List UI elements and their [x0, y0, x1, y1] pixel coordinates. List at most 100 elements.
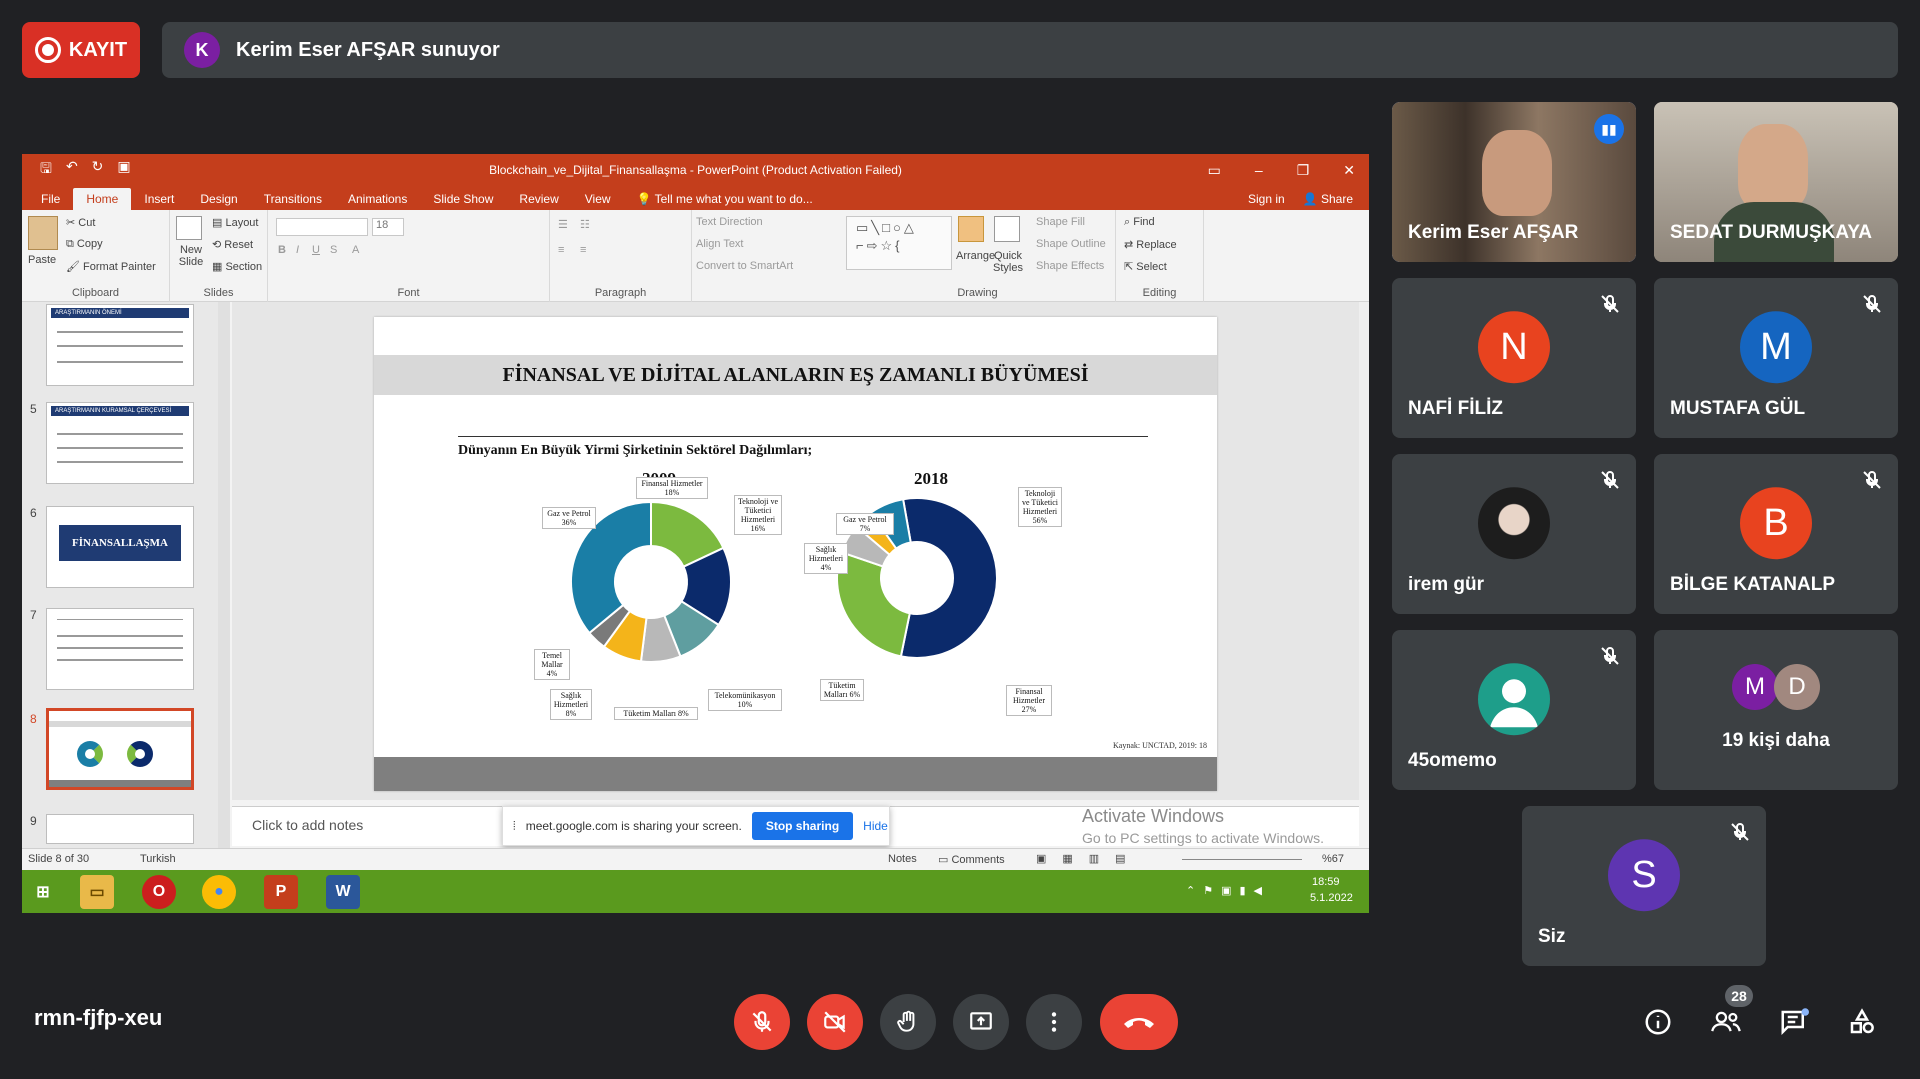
maximize-icon[interactable]: ❐ — [1297, 162, 1310, 179]
select-button[interactable]: ⇱ Select — [1124, 260, 1167, 273]
share-button[interactable]: 👤 Share — [1303, 188, 1353, 210]
word-icon[interactable]: W — [326, 875, 360, 909]
font-color-icon[interactable]: A — [352, 244, 359, 256]
group-label: Clipboard — [71, 287, 120, 299]
thumbnail-slide-5[interactable]: ARAŞTIRMANIN KURAMSAL ÇERÇEVESİ — [46, 402, 194, 484]
start-slideshow-icon[interactable]: ▣ — [117, 158, 130, 182]
chrome-icon[interactable]: ● — [202, 875, 236, 909]
tray-icons[interactable]: ⌃⚑▣▮◀ — [1186, 884, 1270, 897]
zoom-slider[interactable] — [1182, 859, 1302, 860]
format-painter-button[interactable]: 🖌 Format Painter — [66, 260, 156, 273]
cut-button[interactable]: ✂ Cut — [66, 216, 95, 229]
paste-icon[interactable] — [28, 216, 58, 250]
current-slide[interactable]: FİNANSAL VE DİJİTAL ALANLARIN EŞ ZAMANLI… — [374, 317, 1217, 791]
convert-smartart-button[interactable]: Convert to SmartArt — [696, 260, 793, 272]
align-left-icon[interactable]: ≡ — [558, 244, 564, 256]
drag-handle-icon[interactable]: ⦙ — [513, 819, 516, 834]
participant-tile[interactable]: M MUSTAFA GÜL — [1654, 278, 1898, 438]
participant-tile[interactable]: 45omemo — [1392, 630, 1636, 790]
present-button[interactable] — [953, 994, 1009, 1050]
close-icon[interactable]: ✕ — [1343, 162, 1355, 179]
minimize-icon[interactable]: – — [1255, 162, 1263, 178]
thumbnail-scrollbar[interactable] — [218, 302, 230, 848]
replace-button[interactable]: ⇄ Replace — [1124, 238, 1177, 251]
opera-icon[interactable]: O — [142, 875, 176, 909]
arrange-icon[interactable] — [958, 216, 984, 242]
participant-tile[interactable]: SEDAT DURMUŞKAYA — [1654, 102, 1898, 262]
tab-home[interactable]: Home — [73, 188, 132, 210]
section-button[interactable]: ▦ Section — [212, 260, 262, 273]
camera-toggle-button[interactable] — [807, 994, 863, 1050]
tab-transitions[interactable]: Transitions — [251, 188, 335, 210]
zoom-level[interactable]: %67 — [1322, 853, 1344, 865]
quick-styles-button[interactable]: Quick Styles — [990, 250, 1026, 274]
tab-view[interactable]: View — [572, 188, 624, 210]
file-explorer-icon[interactable]: ▭ — [80, 875, 114, 909]
thumbnail-slide-6[interactable]: FİNANSALLAŞMA — [46, 506, 194, 588]
stop-sharing-button[interactable]: Stop sharing — [751, 812, 854, 840]
align-text-button[interactable]: Align Text — [696, 238, 744, 250]
meeting-info-button[interactable] — [1638, 1000, 1678, 1044]
hide-button[interactable]: Hide — [863, 819, 888, 833]
undo-icon[interactable]: ↶ — [66, 158, 78, 182]
shadow-icon[interactable]: S — [330, 244, 337, 256]
raise-hand-button[interactable] — [880, 994, 936, 1050]
shape-fill-button[interactable]: Shape Fill — [1036, 216, 1085, 228]
paste-button[interactable]: Paste — [28, 254, 56, 266]
tab-insert[interactable]: Insert — [131, 188, 187, 210]
tab-file[interactable]: File — [28, 188, 73, 210]
tab-review[interactable]: Review — [506, 188, 571, 210]
thumbnail-slide-9[interactable] — [46, 814, 194, 844]
self-tile[interactable]: S Siz — [1522, 806, 1766, 966]
align-center-icon[interactable]: ≡ — [580, 244, 586, 256]
more-participants-tile[interactable]: M D 19 kişi daha — [1654, 630, 1898, 790]
copy-button[interactable]: ⧉ Copy — [66, 238, 103, 251]
chat-button[interactable] — [1774, 1000, 1814, 1044]
new-slide-button[interactable]: New Slide — [174, 244, 208, 268]
thumbnail-slide-4[interactable]: ARAŞTIRMANIN ÖNEMİ — [46, 304, 194, 386]
notes-toggle[interactable]: Notes — [888, 853, 917, 865]
generic-person-icon — [1478, 663, 1550, 736]
italic-icon[interactable]: I — [296, 244, 299, 256]
quick-styles-icon[interactable] — [994, 216, 1020, 242]
leave-call-button[interactable] — [1100, 994, 1178, 1050]
participant-tile[interactable]: B BİLGE KATANALP — [1654, 454, 1898, 614]
tab-design[interactable]: Design — [187, 188, 250, 210]
mic-toggle-button[interactable] — [734, 994, 790, 1050]
more-options-button[interactable] — [1026, 994, 1082, 1050]
participant-tile[interactable]: ▮▮ Kerim Eser AFŞAR — [1392, 102, 1636, 262]
save-icon[interactable]: 🖫 — [40, 158, 52, 182]
redo-icon[interactable]: ↻ — [92, 158, 104, 182]
bold-icon[interactable]: B — [278, 244, 286, 256]
ribbon-display-icon[interactable]: ▭ — [1208, 162, 1221, 179]
participant-tile[interactable]: irem gür — [1392, 454, 1636, 614]
comments-toggle[interactable]: ▭ Comments — [938, 853, 1005, 866]
language-indicator[interactable]: Turkish — [140, 853, 176, 865]
underline-icon[interactable]: U — [312, 244, 320, 256]
tab-animations[interactable]: Animations — [335, 188, 420, 210]
new-slide-icon[interactable] — [176, 216, 202, 240]
thumbnail-slide-7[interactable] — [46, 608, 194, 690]
thumbnail-slide-8[interactable] — [46, 708, 194, 790]
clock-time[interactable]: 18:59 — [1312, 876, 1340, 888]
numbering-icon[interactable]: ☷ — [580, 218, 590, 231]
view-buttons[interactable]: ▣▦▥▤ — [1036, 852, 1142, 865]
font-size-field[interactable]: 18 — [372, 218, 404, 236]
layout-button[interactable]: ▤ Layout — [212, 216, 258, 229]
find-button[interactable]: ⌕ Find — [1124, 216, 1155, 229]
participant-tile[interactable]: N NAFİ FİLİZ — [1392, 278, 1636, 438]
tell-me-box[interactable]: 💡 Tell me what you want to do... — [624, 188, 826, 210]
powerpoint-icon[interactable]: P — [264, 875, 298, 909]
activities-button[interactable] — [1842, 1000, 1882, 1044]
editor-scrollbar[interactable] — [1359, 302, 1369, 800]
text-direction-button[interactable]: Text Direction — [696, 216, 763, 228]
bullets-icon[interactable]: ☰ — [558, 218, 568, 231]
reset-button[interactable]: ⟲ Reset — [212, 238, 253, 251]
windows-start-icon[interactable]: ⊞ — [26, 875, 60, 909]
sign-in-link[interactable]: Sign in — [1248, 188, 1285, 210]
tab-slide-show[interactable]: Slide Show — [420, 188, 506, 210]
shape-outline-button[interactable]: Shape Outline — [1036, 238, 1106, 250]
shape-effects-button[interactable]: Shape Effects — [1036, 260, 1104, 272]
font-name-field[interactable] — [276, 218, 368, 236]
clock-date[interactable]: 5.1.2022 — [1310, 892, 1353, 904]
